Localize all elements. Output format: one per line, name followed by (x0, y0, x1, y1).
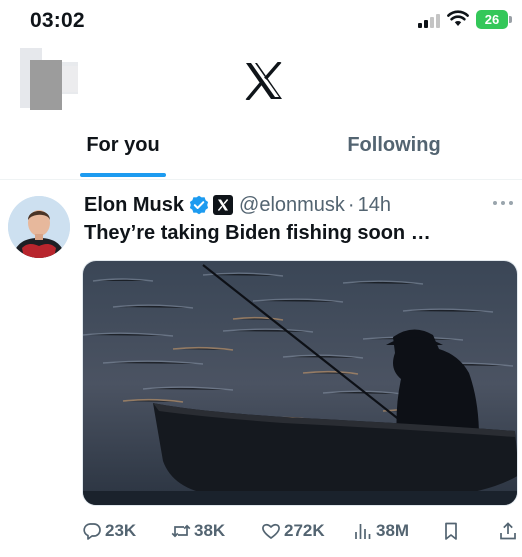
heart-icon (262, 523, 280, 539)
status-bar: 03:02 26 (0, 0, 522, 40)
like-button[interactable]: 272K (261, 516, 325, 546)
views-button[interactable]: 38M (353, 516, 409, 546)
more-options-icon[interactable] (492, 200, 514, 206)
reply-button[interactable]: 23K (82, 516, 136, 546)
battery-icon: 26 (476, 10, 512, 29)
separator-dot: · (347, 193, 355, 216)
author-handle[interactable]: @elonmusk (239, 194, 345, 217)
avatar-photo (8, 196, 70, 258)
verified-badge-icon (189, 195, 209, 215)
analytics-icon (355, 524, 371, 539)
reply-icon (83, 523, 101, 540)
tweet-header: Elon Musk @elonmusk · 14h (84, 192, 391, 218)
tweet-media-image[interactable] (82, 260, 518, 506)
profile-avatar-button[interactable] (12, 48, 78, 110)
repost-count: 38K (194, 521, 226, 540)
repost-button[interactable]: 38K (171, 516, 225, 546)
tweet-actions: 23K 38K 272K 38M (0, 516, 522, 546)
share-button[interactable] (498, 516, 521, 546)
status-time: 03:02 (30, 9, 85, 32)
like-count: 272K (284, 521, 325, 540)
bookmark-button[interactable] (441, 516, 464, 546)
share-icon (500, 522, 516, 540)
wifi-icon (447, 10, 469, 26)
tweet[interactable]: Elon Musk @elonmusk · 14h They’re taking… (0, 180, 522, 557)
repost-icon (171, 524, 191, 538)
x-logo-icon[interactable] (244, 62, 284, 100)
bookmark-icon (445, 522, 457, 540)
author-name[interactable]: Elon Musk (84, 194, 184, 217)
fisherman-boat-photo (83, 261, 517, 505)
cellular-signal-icon (418, 14, 440, 28)
reply-count: 23K (105, 521, 137, 540)
tab-for-you[interactable]: For you (60, 118, 186, 180)
battery-level: 26 (476, 10, 508, 29)
author-avatar[interactable] (8, 196, 70, 258)
tweet-timestamp[interactable]: 14h (358, 194, 391, 217)
x-affiliation-badge-icon (213, 195, 234, 215)
tweet-text: They’re taking Biden fishing soon … (84, 222, 431, 244)
view-count: 38M (376, 521, 410, 540)
timeline-tabs: For you Following (0, 118, 522, 180)
tab-following[interactable]: Following (318, 118, 470, 180)
active-tab-indicator (80, 173, 166, 177)
